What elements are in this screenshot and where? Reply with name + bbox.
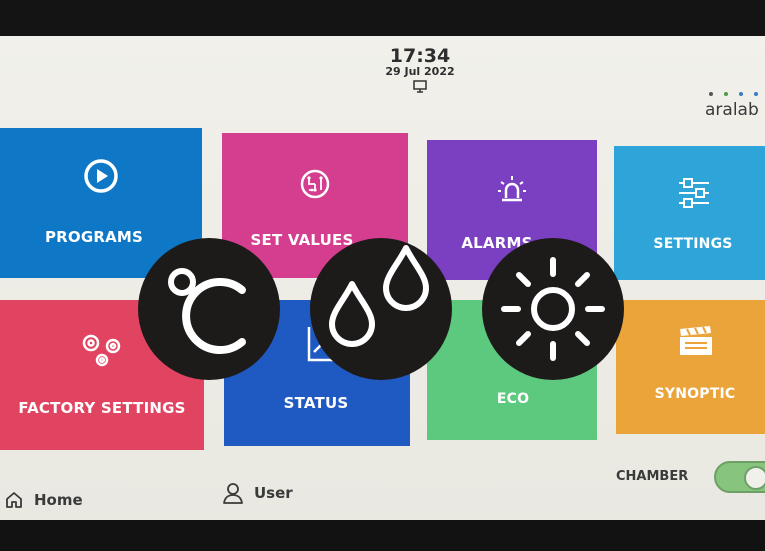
clock-time: 17:34 [389,45,451,67]
tile-synoptic[interactable]: SYNOPTIC [616,300,765,434]
tile-label: SYNOPTIC [654,386,736,402]
device-bezel-top [0,0,765,40]
user-icon [223,483,243,504]
play-icon [84,159,118,193]
tile-label: SETTINGS [653,236,733,252]
home-button[interactable]: Home [4,490,83,510]
clapperboard-icon [680,326,712,355]
clock-date: 29 Jul 2022 [385,65,455,78]
home-label: Home [34,491,83,509]
brand-dots [709,92,765,96]
alarm-beacon-icon [498,176,526,202]
humidity-badge [310,238,452,380]
user-button[interactable]: User [222,482,293,504]
user-label: User [254,484,293,502]
brand-name: aralab [705,100,759,120]
home-icon [6,492,22,508]
chamber-toggle[interactable] [714,461,765,493]
gears-icon [82,334,121,367]
light-sun-icon [501,257,605,361]
sliders-icon [679,178,709,208]
tile-label: FACTORY SETTINGS [18,399,186,417]
tile-settings[interactable]: SETTINGS [614,146,765,280]
clock: 17:34 29 Jul 2022 [355,46,485,93]
brand-dot [724,92,728,96]
tile-label: STATUS [283,394,349,412]
celsius-icon [168,268,246,354]
light-badge [482,238,624,380]
brand-dot [709,92,713,96]
monitor-icon[interactable] [413,80,427,93]
tile-label: ECO [496,391,530,407]
celsius-badge [138,238,280,380]
circuit-icon [300,169,330,199]
brand-dot [739,92,743,96]
device-bezel-bottom [0,520,765,551]
brand-logo: aralab [705,92,765,120]
chamber-toggle-knob [744,466,765,490]
humidity-drops-icon [329,245,429,347]
chamber-label: CHAMBER [616,469,689,484]
brand-dot [754,92,758,96]
